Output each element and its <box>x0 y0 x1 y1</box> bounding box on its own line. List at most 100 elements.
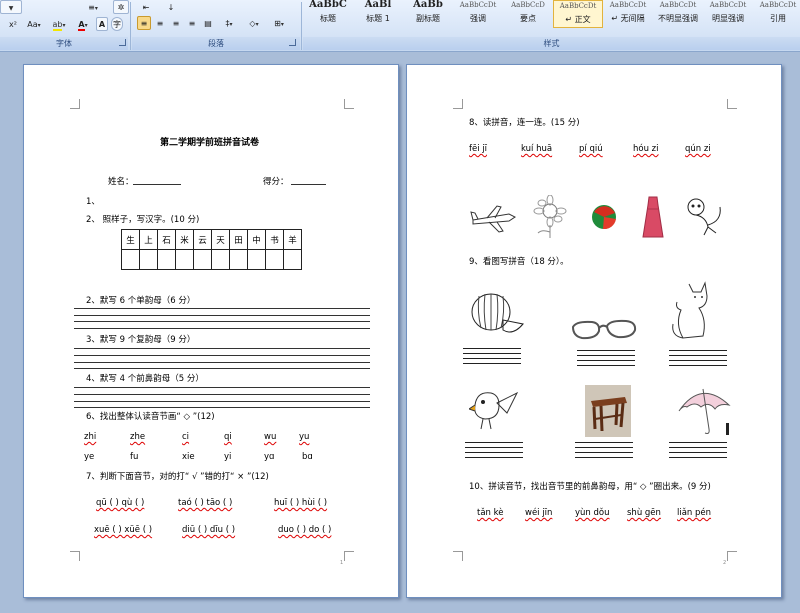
font-color-icon[interactable]: A▾ <box>72 17 94 31</box>
sunflower-image <box>533 195 567 238</box>
group-separator <box>301 2 302 50</box>
blank-cell[interactable] <box>193 249 212 270</box>
document-page-1[interactable]: 第二学期学前班拼音试卷 姓名： 得分： 1、 2、 照样子，写汉字。(10 分)… <box>23 64 399 598</box>
font-group-label: 字体 <box>0 37 128 50</box>
chinese-layout-icon[interactable]: ✲ <box>113 0 129 14</box>
writing-line <box>74 407 370 408</box>
style-tile[interactable]: AaBb 副标题 <box>403 0 453 28</box>
writing-line <box>74 315 370 316</box>
syllable-item: liǎn pén <box>677 508 712 518</box>
style-tile[interactable]: AaBbCcDt 强调 <box>453 0 503 28</box>
font-name-dropdown[interactable]: ▼ <box>0 0 22 14</box>
align-left-icon[interactable]: ≡ <box>137 16 151 30</box>
score-blank <box>291 184 326 185</box>
writing-line <box>74 401 370 402</box>
blank-row <box>121 249 302 270</box>
answer-line <box>669 360 727 361</box>
justify-icon[interactable]: ≡ <box>185 16 199 30</box>
character-row: 生上石米云天田中书羊 <box>121 229 302 250</box>
syllable-item: zhe <box>130 432 146 442</box>
answer-line <box>577 355 635 356</box>
question-6: 6、找出整体认读音节画“ ◇ ”(12) <box>86 412 215 422</box>
syllable-item: fēi jī <box>469 144 488 154</box>
style-tile[interactable]: AaBbCcDt 不明显强调 <box>653 0 703 28</box>
style-tile[interactable]: AaBbCcDt 引用 <box>753 0 800 28</box>
style-sample: AaBl <box>364 0 392 10</box>
writing-line <box>74 394 370 395</box>
line-spacing-icon[interactable]: ‡▾ <box>218 16 240 30</box>
style-name: 引用 <box>770 14 786 23</box>
answer-line <box>669 452 727 453</box>
page-number: 2 <box>723 560 727 566</box>
indent-icon[interactable]: ⇤ <box>135 0 157 14</box>
answer-line <box>669 365 727 366</box>
style-name: 标题 1 <box>366 14 390 23</box>
style-tile[interactable]: AaBl 标题 1 <box>353 0 403 28</box>
crop-mark <box>453 551 463 561</box>
blank-cell[interactable] <box>283 249 302 270</box>
syllable-item: qū ( ) qù ( ) <box>96 498 145 508</box>
style-tile[interactable]: AaBbCcD 要点 <box>503 0 553 28</box>
char-shading-icon[interactable]: A <box>96 17 108 31</box>
syllable-item: xie <box>182 452 195 462</box>
style-sample: AaBbCcDt <box>759 1 797 9</box>
shading-icon[interactable]: ◇▾ <box>243 16 265 30</box>
answer-line <box>463 363 521 364</box>
blank-cell[interactable] <box>265 249 284 270</box>
style-sample: AaBbCcD <box>511 1 545 9</box>
answer-line <box>669 442 727 443</box>
sort-icon[interactable]: ↓ <box>160 0 182 14</box>
question-2: 2、 照样子，写汉字。(10 分) <box>86 215 200 225</box>
character-cell: 云 <box>193 229 212 250</box>
glasses-image <box>571 319 637 340</box>
crop-mark <box>727 99 737 109</box>
blank-cell[interactable] <box>247 249 266 270</box>
answer-line <box>669 355 727 356</box>
distributed-icon[interactable]: ▤ <box>201 16 215 30</box>
superscript-icon[interactable]: x² <box>3 17 23 31</box>
style-tile[interactable]: AaBbCcDt 明显强调 <box>703 0 753 28</box>
style-name: 要点 <box>520 14 536 23</box>
enclose-char-icon[interactable]: 字 <box>111 17 123 31</box>
page-number: 1 <box>340 560 344 566</box>
blank-cell[interactable] <box>121 249 140 270</box>
syllable-item: ci <box>182 432 190 442</box>
font-dialog-launcher-icon[interactable] <box>119 39 126 46</box>
character-cell: 书 <box>265 229 284 250</box>
style-tile[interactable]: AaBbCcDt ↵ 正文 <box>553 0 603 28</box>
blank-cell[interactable] <box>229 249 248 270</box>
highlight-icon[interactable]: ab▾ <box>48 17 70 31</box>
syllable-item: yɑ <box>264 452 275 462</box>
paragraph-dialog-launcher-icon[interactable] <box>289 39 296 46</box>
answer-line <box>463 348 521 349</box>
question-5: 4、默写 4 个前鼻韵母（5 分） <box>86 374 204 384</box>
question-1: 1、 <box>86 197 100 207</box>
question-7: 7、判断下面音节，对的打“ √ ”错的打“ × ”(12) <box>86 472 269 482</box>
answer-line <box>575 452 633 453</box>
list-dropdown-icon[interactable]: ≡▾ <box>82 0 104 14</box>
syllable-item: yùn dǒu <box>575 508 610 518</box>
writing-line <box>74 321 370 322</box>
borders-icon[interactable]: ⊞▾ <box>268 16 290 30</box>
blank-cell[interactable] <box>157 249 176 270</box>
align-right-icon[interactable]: ≡ <box>169 16 183 30</box>
blank-cell[interactable] <box>211 249 230 270</box>
character-cell: 石 <box>157 229 176 250</box>
character-cell: 天 <box>211 229 230 250</box>
character-grid: 生上石米云天田中书羊 <box>121 229 302 270</box>
blank-cell[interactable] <box>139 249 158 270</box>
align-center-icon[interactable]: ≡ <box>153 16 167 30</box>
bird-image <box>469 391 519 430</box>
syllable-item: xuē ( ) xüē ( ) <box>94 525 153 535</box>
crop-mark <box>70 99 80 109</box>
crop-mark <box>344 99 354 109</box>
style-tile[interactable]: AaBbC 标题 <box>303 0 353 28</box>
document-page-2[interactable]: 8、读拼音，连一连。(15 分) fēi jī kuí huā pí qiú hóu … <box>406 64 782 598</box>
style-tile[interactable]: AaBbCcDt ↵ 无间隔 <box>603 0 653 28</box>
syllable-item: qi <box>224 432 232 442</box>
blank-cell[interactable] <box>175 249 194 270</box>
syllable-item: yu <box>299 432 310 442</box>
change-case-icon[interactable]: Aa▾ <box>24 17 44 31</box>
style-sample: AaBbCcDt <box>459 1 497 9</box>
writing-line <box>74 362 370 363</box>
